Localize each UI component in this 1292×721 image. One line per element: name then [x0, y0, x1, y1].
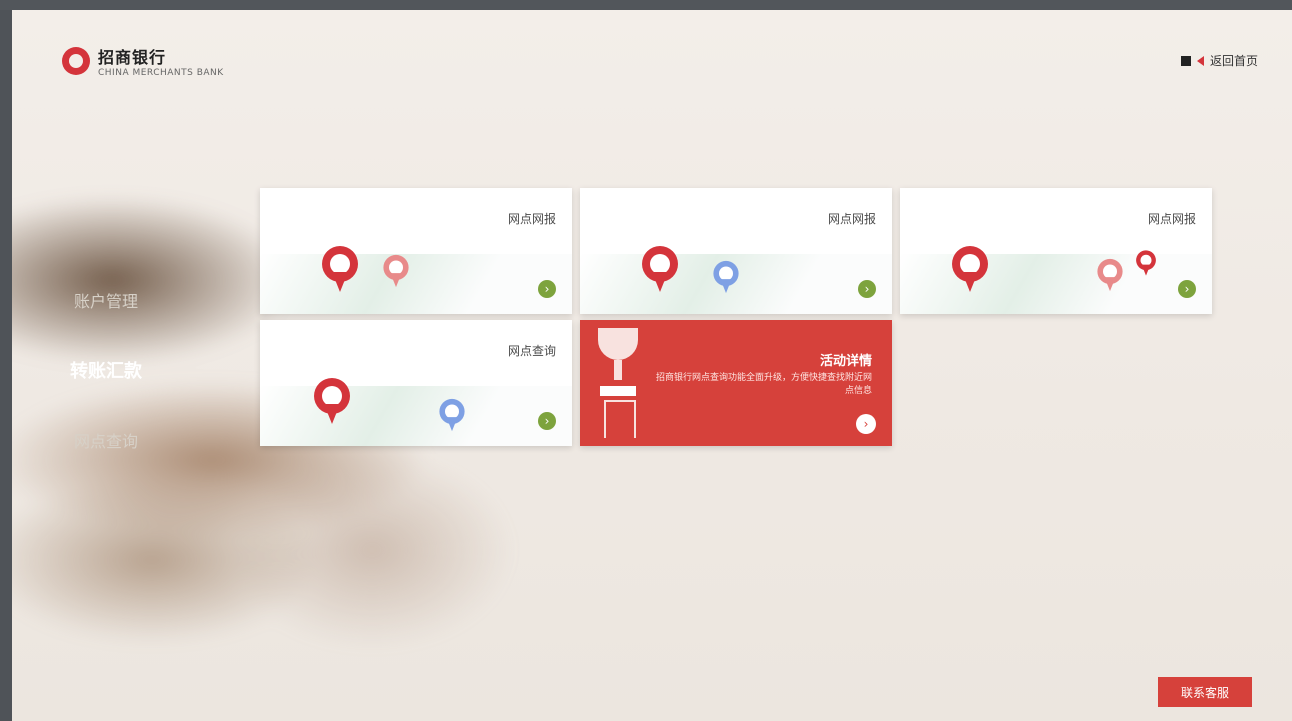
- go-arrow-icon[interactable]: ›: [1178, 280, 1196, 298]
- brand-logo[interactable]: 招商银行 CHINA MERCHANTS BANK: [62, 44, 224, 78]
- brand-name: 招商银行: [98, 48, 167, 67]
- contact-button[interactable]: 联系客服: [1158, 677, 1252, 707]
- sidebar: 账户管理 转账汇款 网点查询: [46, 265, 166, 475]
- tile-label: 网点网报: [1147, 212, 1196, 226]
- promo-card[interactable]: 活动详情 招商银行网点查询功能全面升级，方便快捷查找附近网点信息 ›: [580, 320, 892, 446]
- top-bar: [0, 0, 1292, 10]
- sidebar-item-label: 转账汇款: [70, 361, 142, 382]
- map-pin-icon: [1136, 250, 1156, 276]
- square-icon: [1180, 55, 1191, 66]
- sidebar-item-transfer[interactable]: 转账汇款: [46, 335, 166, 405]
- map-pin-icon: [642, 246, 678, 292]
- go-arrow-icon[interactable]: ›: [856, 414, 876, 434]
- map-pin-icon: [314, 378, 350, 424]
- sidebar-item-branch[interactable]: 网点查询: [46, 405, 166, 475]
- promo-title: 活动详情: [819, 354, 872, 369]
- back-home-label: 返回首页: [1209, 54, 1258, 68]
- sidebar-item-account[interactable]: 账户管理: [46, 265, 166, 335]
- tile-card[interactable]: 网点网报 ›: [900, 188, 1212, 314]
- go-arrow-icon[interactable]: ›: [858, 280, 876, 298]
- map-pin-icon: [952, 246, 988, 292]
- go-arrow-icon[interactable]: ›: [538, 280, 556, 298]
- brand-tagline: CHINA MERCHANTS BANK: [98, 68, 224, 78]
- tile-label: 网点查询: [507, 344, 556, 358]
- sidebar-item-label: 账户管理: [73, 292, 138, 311]
- map-pin-icon: [383, 254, 409, 288]
- app-stage: 招商银行 CHINA MERCHANTS BANK 返回首页 账户管理 转账汇款…: [12, 10, 1292, 721]
- tile-card[interactable]: 网点网报 ›: [580, 188, 892, 314]
- bank-logo-icon: [62, 47, 90, 75]
- map-pin-icon: [1097, 258, 1123, 292]
- promo-description: 招商银行网点查询功能全面升级，方便快捷查找附近网点信息: [655, 373, 872, 396]
- sidebar-item-label: 网点查询: [73, 432, 138, 451]
- map-background: [260, 386, 572, 446]
- back-home-button[interactable]: 返回首页: [1180, 52, 1258, 69]
- tile-card[interactable]: 网点网报 ›: [260, 188, 572, 314]
- tile-grid: 网点网报 › 网点网报 › 网点网报 › 网点查询 › 活动详情 招商银行网点查…: [260, 188, 1212, 450]
- map-pin-icon: [713, 260, 739, 294]
- map-pin-icon: [439, 398, 465, 432]
- bank-illustration-icon: [598, 328, 638, 438]
- map-background: [900, 254, 1212, 314]
- tile-label: 网点网报: [507, 212, 556, 226]
- tile-card[interactable]: 网点查询 ›: [260, 320, 572, 446]
- go-arrow-icon[interactable]: ›: [538, 412, 556, 430]
- tile-label: 网点网报: [827, 212, 876, 226]
- map-background: [260, 254, 572, 314]
- back-arrow-icon: [1196, 55, 1204, 66]
- map-pin-icon: [322, 246, 358, 292]
